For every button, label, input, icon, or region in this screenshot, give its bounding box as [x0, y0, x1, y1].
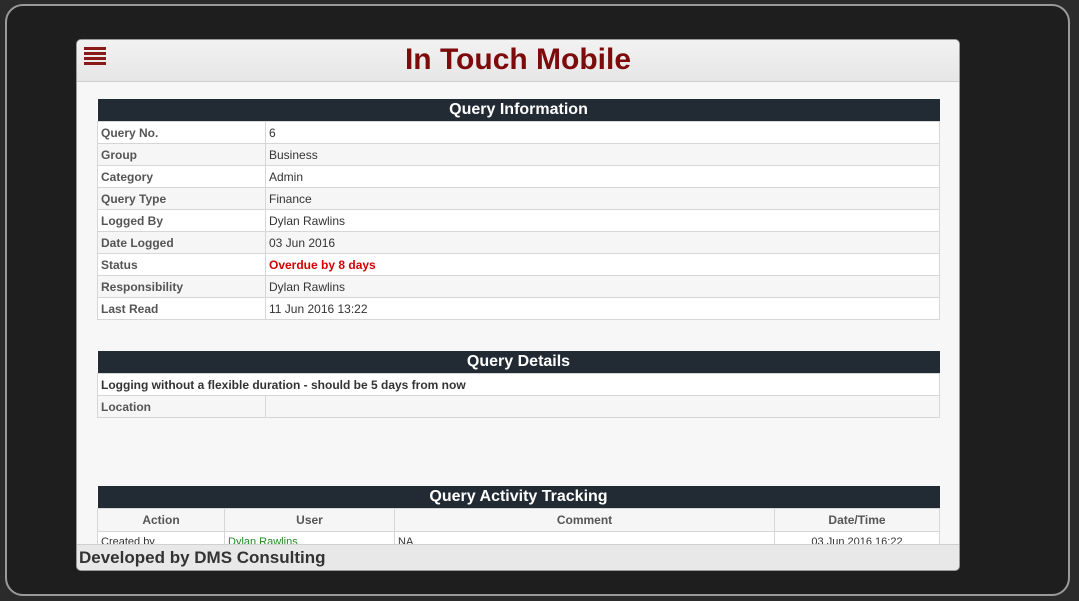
app-screen: In Touch Mobile Query Information Query …: [76, 39, 960, 571]
query-details-table: Query Details Logging without a flexible…: [97, 351, 940, 418]
info-row-date-logged: Date Logged 03 Jun 2016: [97, 231, 940, 254]
activity-datetime: 03 Jun 2016 16:22: [774, 531, 940, 545]
info-value: Admin: [265, 165, 940, 188]
info-label: Query No.: [97, 121, 266, 144]
activity-comment: NA: [394, 531, 775, 545]
info-label: Query Type: [97, 187, 266, 210]
info-value: Dylan Rawlins: [265, 209, 940, 232]
column-header-comment: Comment: [394, 508, 775, 532]
info-value: Business: [265, 143, 940, 166]
location-label: Location: [97, 395, 266, 418]
info-label: Last Read: [97, 297, 266, 320]
info-row-last-read: Last Read 11 Jun 2016 13:22: [97, 297, 940, 320]
activity-table: Query Activity Tracking Action User Comm…: [97, 486, 940, 545]
info-label: Category: [97, 165, 266, 188]
info-row-status: Status Overdue by 8 days: [97, 253, 940, 276]
main-content[interactable]: Query Information Query No. 6 Group Busi…: [77, 82, 959, 545]
status-badge: Overdue by 8 days: [265, 253, 940, 276]
info-row-responsibility: Responsibility Dylan Rawlins: [97, 275, 940, 298]
info-label: Group: [97, 143, 266, 166]
activity-heading: Query Activity Tracking: [97, 486, 940, 509]
info-value: 6: [265, 121, 940, 144]
app-title: In Touch Mobile: [404, 43, 632, 76]
activity-user-link[interactable]: Dylan Rawlins: [224, 531, 395, 545]
info-row-category: Category Admin: [97, 165, 940, 188]
info-label: Status: [97, 253, 266, 276]
footer: Developed by DMS Consulting: [77, 544, 959, 570]
info-value: 11 Jun 2016 13:22: [265, 297, 940, 320]
column-header-action: Action: [97, 508, 225, 532]
info-row-group: Group Business: [97, 143, 940, 166]
column-header-user: User: [224, 508, 395, 532]
info-label: Responsibility: [97, 275, 266, 298]
column-header-datetime: Date/Time: [774, 508, 940, 532]
location-value: [265, 395, 940, 418]
info-row-query-type: Query Type Finance: [97, 187, 940, 210]
info-label: Logged By: [97, 209, 266, 232]
info-value: Dylan Rawlins: [265, 275, 940, 298]
info-label: Date Logged: [97, 231, 266, 254]
footer-text: Developed by DMS Consulting: [79, 548, 326, 567]
query-description: Logging without a flexible duration - sh…: [97, 373, 940, 396]
info-row-location: Location: [97, 395, 940, 418]
info-row-query-no: Query No. 6: [97, 121, 940, 144]
query-information-table: Query Information Query No. 6 Group Busi…: [97, 99, 940, 320]
activity-action: Created by: [97, 531, 225, 545]
query-details-heading: Query Details: [97, 351, 940, 374]
info-value: 03 Jun 2016: [265, 231, 940, 254]
table-row: Created by Dylan Rawlins NA 03 Jun 2016 …: [97, 531, 940, 545]
top-bar: In Touch Mobile: [77, 40, 959, 82]
device-frame: In Touch Mobile Query Information Query …: [5, 4, 1070, 596]
info-row-logged-by: Logged By Dylan Rawlins: [97, 209, 940, 232]
query-information-heading: Query Information: [97, 99, 940, 122]
info-value: Finance: [265, 187, 940, 210]
